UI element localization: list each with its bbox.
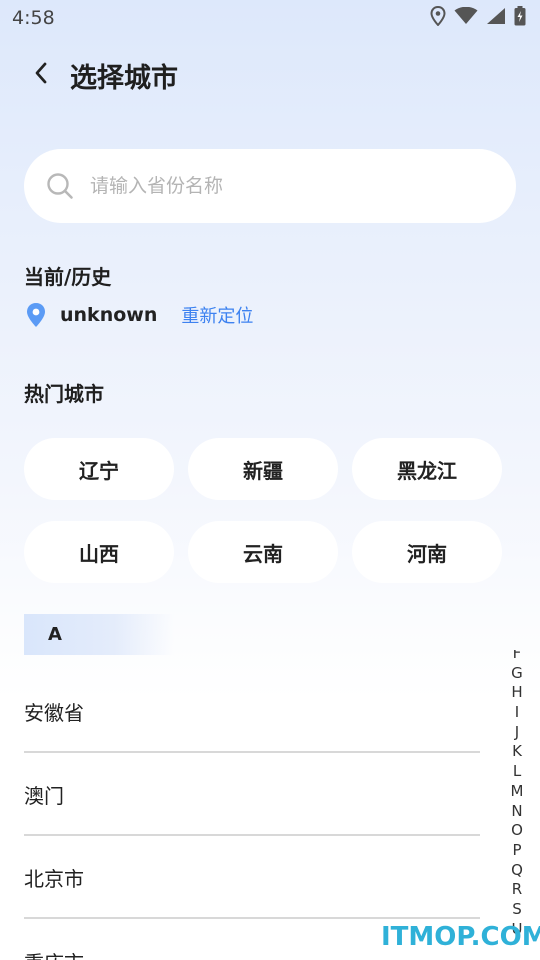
index-letter[interactable]: I	[515, 703, 519, 723]
list-item[interactable]: 安徽省	[24, 670, 480, 752]
list-item-label: 重庆市	[24, 947, 84, 960]
status-icons	[430, 6, 526, 26]
index-letter[interactable]: F	[513, 650, 522, 664]
hot-city-chip[interactable]: 云南	[188, 521, 338, 583]
index-letter[interactable]: J	[515, 723, 519, 743]
index-letter[interactable]: P	[512, 841, 521, 861]
current-section-title: 当前/历史	[24, 265, 112, 289]
index-letter[interactable]: N	[511, 802, 522, 822]
relocate-link[interactable]: 重新定位	[181, 302, 253, 328]
location-icon	[430, 6, 446, 26]
location-pin-icon	[27, 303, 45, 327]
hot-city-chip[interactable]: 新疆	[188, 438, 338, 500]
alphabet-index[interactable]: F G H I J K L M N O P Q R S U	[506, 650, 528, 960]
hot-city-chip[interactable]: 山西	[24, 521, 174, 583]
hot-city-chip[interactable]: 辽宁	[24, 438, 174, 500]
index-letter[interactable]: R	[512, 880, 522, 900]
status-time: 4:58	[12, 7, 55, 29]
current-location-row: unknown 重新定位	[24, 302, 253, 328]
search-input[interactable]	[88, 174, 472, 198]
search-icon	[47, 173, 73, 199]
group-letter: A	[48, 624, 62, 645]
hot-city-chip[interactable]: 河南	[352, 521, 502, 583]
index-letter[interactable]: M	[511, 782, 524, 802]
signal-icon	[487, 8, 505, 24]
group-header	[24, 614, 174, 655]
back-button[interactable]	[26, 58, 56, 88]
index-letter[interactable]: S	[512, 900, 522, 920]
hot-section-title: 热门城市	[24, 382, 104, 406]
page-title: 选择城市	[70, 63, 178, 94]
index-letter[interactable]: Q	[511, 861, 523, 881]
index-letter[interactable]: O	[511, 821, 523, 841]
index-letter[interactable]: G	[511, 664, 523, 684]
hot-city-chip[interactable]: 黑龙江	[352, 438, 502, 500]
wifi-icon	[454, 7, 478, 24]
search-bar[interactable]	[24, 149, 516, 223]
chevron-left-icon	[35, 62, 47, 84]
index-letter[interactable]: H	[511, 683, 522, 703]
current-city[interactable]: unknown	[60, 304, 157, 326]
index-letter[interactable]: K	[512, 742, 522, 762]
index-letter[interactable]: L	[513, 762, 521, 782]
list-item[interactable]: 北京市	[24, 836, 480, 918]
watermark: ITMOP.COM	[381, 922, 540, 952]
list-item[interactable]: 澳门	[24, 753, 480, 835]
battery-icon	[514, 6, 526, 26]
